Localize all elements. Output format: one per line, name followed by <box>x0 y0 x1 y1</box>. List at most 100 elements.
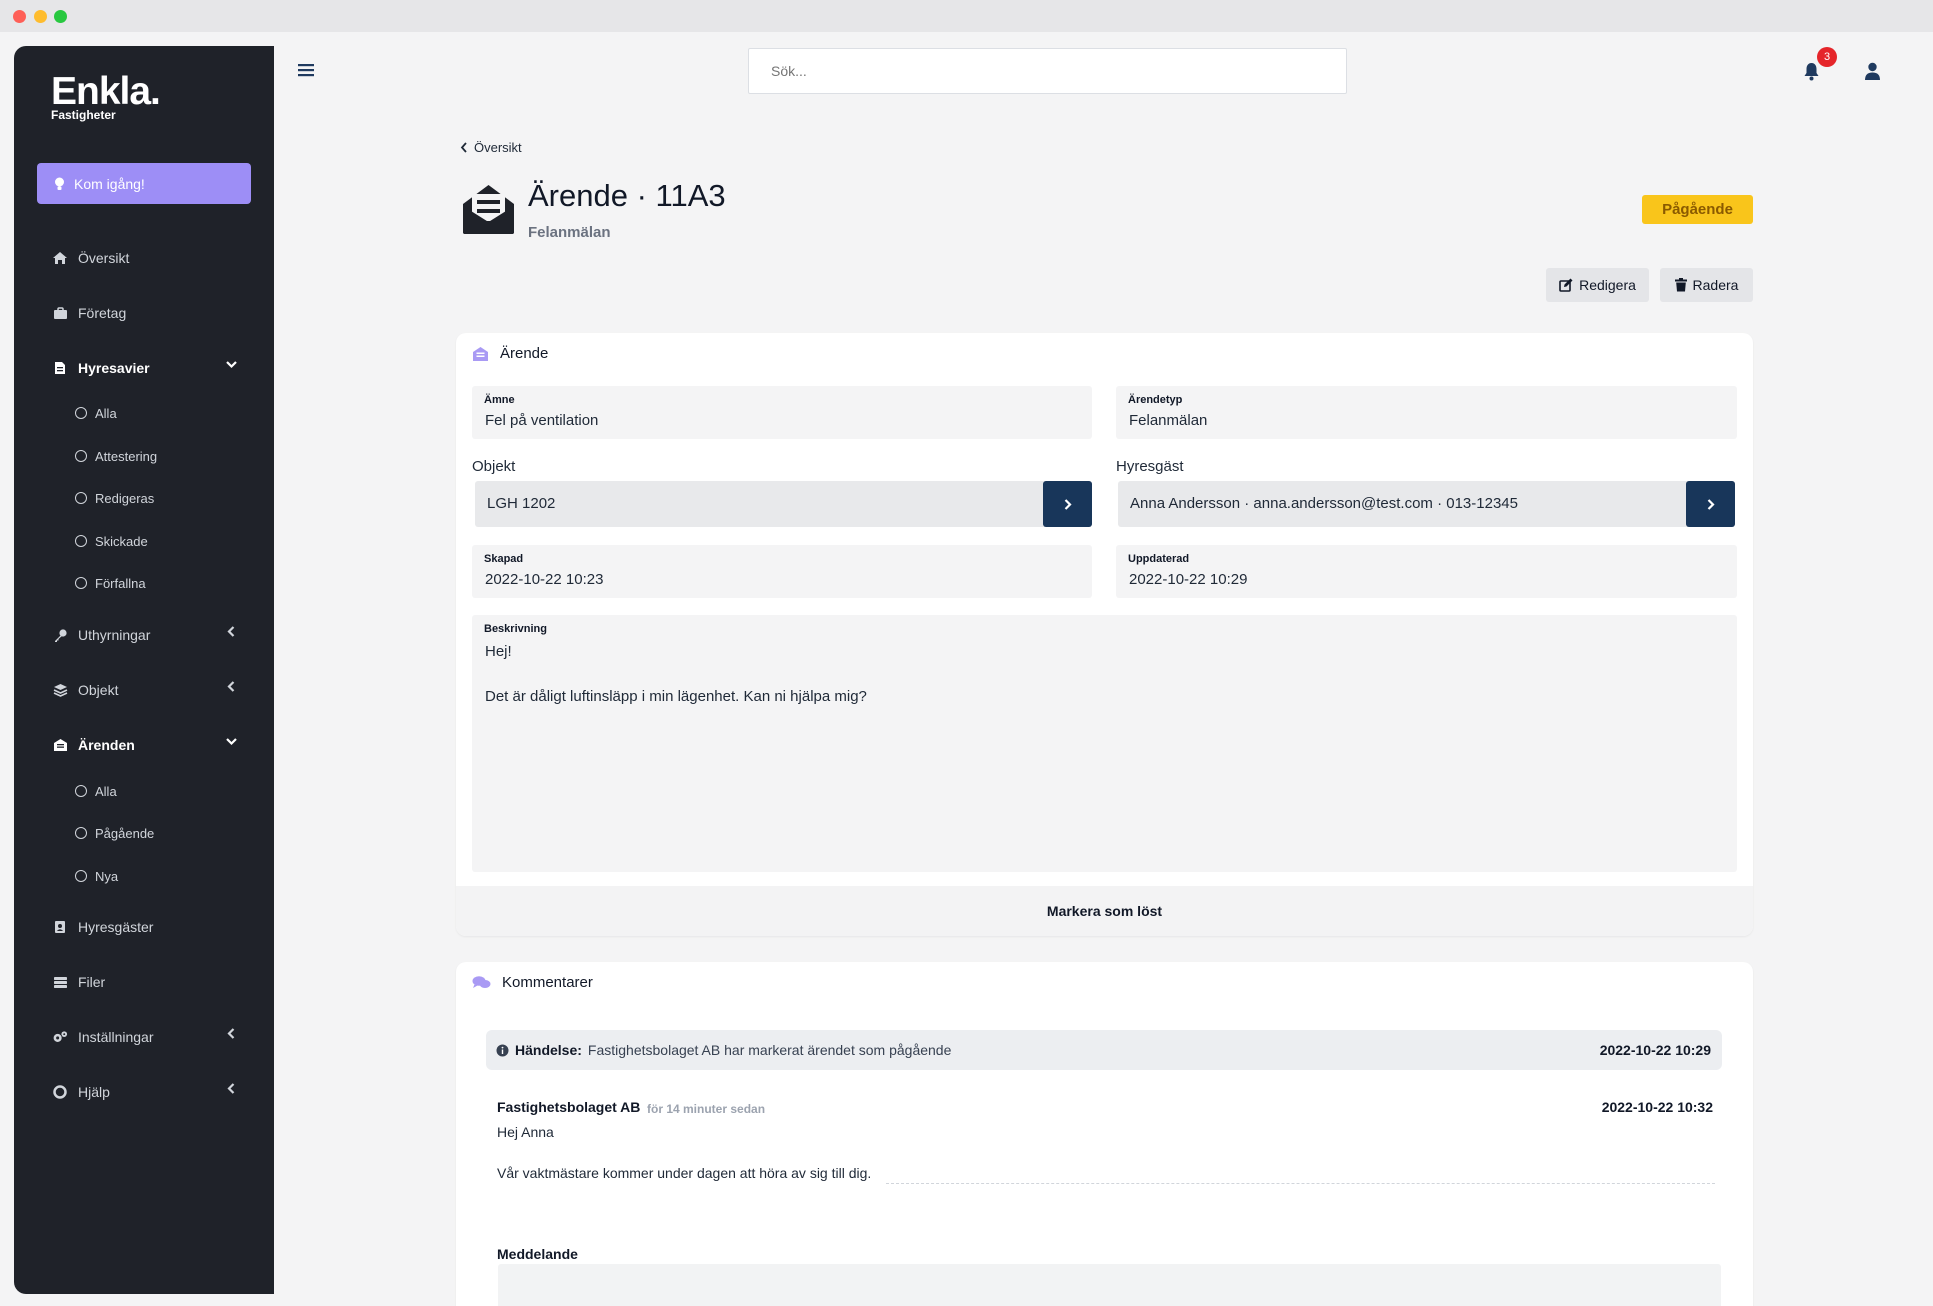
comment-line: Hej Anna <box>497 1124 554 1140</box>
sidebar-subitem-label: Förfallna <box>95 575 146 591</box>
envelope-open-text-icon <box>461 182 516 240</box>
sidebar-item-label: Objekt <box>78 682 119 698</box>
sidebar-subitem-nya[interactable]: Nya <box>75 866 118 886</box>
updated-value: 2022-10-22 10:29 <box>1129 571 1248 588</box>
sidebar-item-label: Filer <box>78 974 106 990</box>
window-titlebar <box>0 0 1933 32</box>
chevron-down-icon <box>225 735 238 751</box>
case-type-value: Felanmälan <box>1129 412 1208 429</box>
key-icon <box>52 628 68 643</box>
close-window-button[interactable] <box>13 10 26 23</box>
menu-toggle-icon[interactable] <box>298 63 314 82</box>
open-object-button[interactable] <box>1043 481 1092 527</box>
circle-icon <box>75 407 87 419</box>
sidebar-item-installningar[interactable]: Inställningar <box>52 1025 252 1049</box>
sidebar-subitem-redigeras[interactable]: Redigeras <box>75 488 154 508</box>
comment-time: 2022-10-22 10:32 <box>1601 1099 1713 1115</box>
description-line: Hej! <box>485 643 512 660</box>
comments-card: Kommentarer Händelse: Fastighetsbolaget … <box>456 962 1753 1306</box>
message-label: Meddelande <box>497 1246 578 1262</box>
invoice-icon <box>52 361 68 375</box>
circle-icon <box>75 492 87 504</box>
cogs-icon <box>52 1030 68 1044</box>
chevron-left-icon <box>225 1082 238 1098</box>
case-card: Ärende Ämne Fel på ventilation Ärendetyp… <box>456 333 1753 936</box>
delete-label: Radera <box>1692 277 1739 293</box>
circle-icon <box>75 535 87 547</box>
edit-label: Redigera <box>1579 277 1636 293</box>
sidebar-subitem-attestering[interactable]: Attestering <box>75 446 157 466</box>
subject-value: Fel på ventilation <box>485 412 599 429</box>
status-badge: Pågående <box>1642 195 1753 224</box>
event-label: Händelse: <box>515 1042 582 1058</box>
description-label: Beskrivning <box>484 623 547 635</box>
comment-divider <box>886 1183 1715 1184</box>
user-icon[interactable] <box>1864 62 1881 86</box>
sidebar-item-label: Ärenden <box>78 737 135 753</box>
updated-field: Uppdaterad 2022-10-22 10:29 <box>1116 545 1737 598</box>
mark-resolved-button[interactable]: Markera som löst <box>456 886 1753 936</box>
circle-icon <box>75 827 87 839</box>
object-field[interactable]: LGH 1202 <box>475 481 1092 527</box>
sidebar: Enkla. Fastigheter Kom igång! Översikt F… <box>14 46 274 1294</box>
sidebar-item-filer[interactable]: Filer <box>52 970 252 994</box>
server-icon <box>52 976 68 989</box>
sidebar-subitem-label: Nya <box>95 868 119 884</box>
trash-icon <box>1674 278 1687 292</box>
chevron-left-icon <box>460 142 467 153</box>
created-field: Skapad 2022-10-22 10:23 <box>472 545 1092 598</box>
sidebar-item-hjalp[interactable]: Hjälp <box>52 1080 252 1104</box>
comments-icon <box>472 976 491 988</box>
bell-icon[interactable] <box>1803 62 1820 86</box>
sidebar-item-hyresgaster[interactable]: Hyresgäster <box>52 915 252 939</box>
updated-label: Uppdaterad <box>1128 553 1190 565</box>
sidebar-subitem-forfallna[interactable]: Förfallna <box>75 573 146 593</box>
sidebar-subitem-hyresavier-alla[interactable]: Alla <box>75 403 117 423</box>
sidebar-subitem-skickade[interactable]: Skickade <box>75 531 148 551</box>
edit-button[interactable]: Redigera <box>1546 268 1649 302</box>
event-text: Fastighetsbolaget AB har markerat ärende… <box>587 1042 952 1058</box>
sidebar-item-objekt[interactable]: Objekt <box>52 678 252 702</box>
sidebar-subitem-label: Alla <box>95 405 117 421</box>
open-tenant-button[interactable] <box>1686 481 1735 527</box>
tenant-label: Hyresgäst <box>1116 458 1184 475</box>
circle-icon <box>75 785 87 797</box>
logo[interactable]: Enkla. Fastigheter <box>51 72 161 123</box>
chevron-left-icon <box>225 625 238 641</box>
created-value: 2022-10-22 10:23 <box>485 571 604 588</box>
search-input[interactable] <box>748 48 1347 94</box>
lightbulb-icon <box>55 177 64 190</box>
message-input[interactable] <box>498 1264 1721 1306</box>
tenant-field[interactable]: Anna Andersson · anna.andersson@test.com… <box>1118 481 1735 527</box>
get-started-button[interactable]: Kom igång! <box>37 163 251 204</box>
life-ring-icon <box>52 1085 68 1099</box>
sidebar-subitem-arenden-alla[interactable]: Alla <box>75 781 117 801</box>
delete-button[interactable]: Radera <box>1660 268 1753 302</box>
sidebar-item-uthyrningar[interactable]: Uthyrningar <box>52 623 252 647</box>
sidebar-subitem-label: Alla <box>95 783 117 799</box>
contact-book-icon <box>52 920 68 934</box>
sidebar-subitem-label: Pågående <box>95 825 155 841</box>
page-title: Ärende · 11A3 <box>528 178 726 213</box>
sidebar-item-foretag[interactable]: Företag <box>52 301 252 325</box>
sidebar-item-label: Hjälp <box>78 1084 110 1100</box>
notification-badge: 3 <box>1817 47 1837 67</box>
case-type-label: Ärendetyp <box>1128 394 1183 406</box>
edit-icon <box>1559 278 1573 292</box>
sidebar-item-label: Inställningar <box>78 1029 154 1045</box>
circle-icon <box>75 870 87 882</box>
sidebar-item-arenden[interactable]: Ärenden <box>52 733 252 757</box>
minimize-window-button[interactable] <box>34 10 47 23</box>
sidebar-subitem-pagaende[interactable]: Pågående <box>75 823 154 843</box>
sidebar-item-label: Hyresavier <box>78 360 150 376</box>
envelope-open-icon <box>52 738 68 752</box>
sidebar-item-oversikt[interactable]: Översikt <box>52 246 252 270</box>
sidebar-item-hyresavier[interactable]: Hyresavier <box>52 356 252 380</box>
chevron-down-icon <box>225 358 238 374</box>
subject-label: Ämne <box>484 394 515 406</box>
maximize-window-button[interactable] <box>54 10 67 23</box>
layers-icon <box>52 683 68 697</box>
sidebar-item-label: Företag <box>78 305 127 321</box>
breadcrumb[interactable]: Översikt <box>460 140 522 155</box>
chevron-right-icon <box>1707 498 1715 510</box>
